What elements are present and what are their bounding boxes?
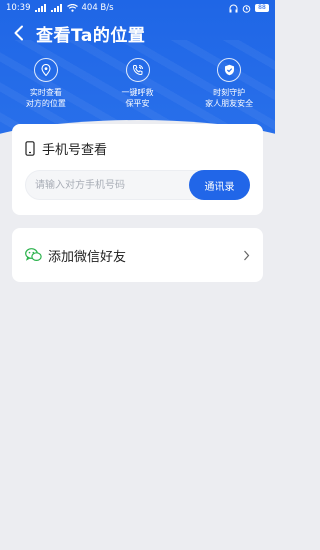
mobile-phone-icon bbox=[25, 141, 35, 156]
feature-realtime-location: 实时查看 对方的位置 bbox=[0, 58, 92, 109]
status-bar: 10:39 404 B/s 88 bbox=[0, 0, 275, 16]
wechat-icon bbox=[25, 248, 42, 262]
feature-line-1: 一键呼救 bbox=[121, 88, 154, 97]
wifi-icon bbox=[66, 4, 78, 12]
phone-lookup-card: 手机号查看 通讯录 bbox=[12, 124, 263, 215]
feature-line-2: 家人朋友安全 bbox=[205, 99, 254, 108]
headphones-icon bbox=[229, 4, 238, 13]
add-wechat-friend-row[interactable]: 添加微信好友 bbox=[12, 228, 263, 282]
feature-line-1: 时刻守护 bbox=[213, 88, 246, 97]
phone-search-box: 通讯录 bbox=[25, 170, 250, 200]
location-pin-icon bbox=[33, 58, 58, 82]
phone-number-input[interactable] bbox=[35, 171, 185, 199]
feature-line-2: 对方的位置 bbox=[25, 99, 66, 108]
feature-guard-family: 时刻守护 家人朋友安全 bbox=[183, 58, 275, 109]
add-wechat-friend-label: 添加微信好友 bbox=[48, 249, 127, 265]
shield-check-icon bbox=[217, 58, 242, 82]
title-bar: 查看Ta的位置 bbox=[0, 16, 275, 50]
phone-lookup-title: 手机号查看 bbox=[42, 143, 108, 158]
signal-icon bbox=[34, 4, 47, 12]
alarm-icon bbox=[242, 4, 251, 13]
contacts-button[interactable]: 通讯录 bbox=[189, 170, 250, 200]
back-button[interactable] bbox=[4, 18, 34, 48]
feature-line-1: 实时查看 bbox=[29, 88, 62, 97]
feature-emergency-call: 一键呼救 保平安 bbox=[92, 58, 184, 109]
feature-line-2: 保平安 bbox=[125, 99, 150, 108]
emergency-phone-icon bbox=[125, 58, 150, 82]
battery-icon: 88 bbox=[255, 4, 269, 12]
chevron-right-icon bbox=[244, 250, 250, 260]
chevron-left-icon bbox=[14, 25, 23, 41]
network-speed: 404 B/s bbox=[81, 3, 114, 13]
signal-icon-2 bbox=[50, 4, 63, 12]
feature-list: 实时查看 对方的位置 一键呼救 保平安 时刻守护 家人朋友安全 bbox=[0, 58, 275, 109]
status-time: 10:39 bbox=[6, 3, 31, 13]
phone-lookup-header: 手机号查看 bbox=[25, 139, 107, 158]
page-title: 查看Ta的位置 bbox=[36, 25, 146, 46]
